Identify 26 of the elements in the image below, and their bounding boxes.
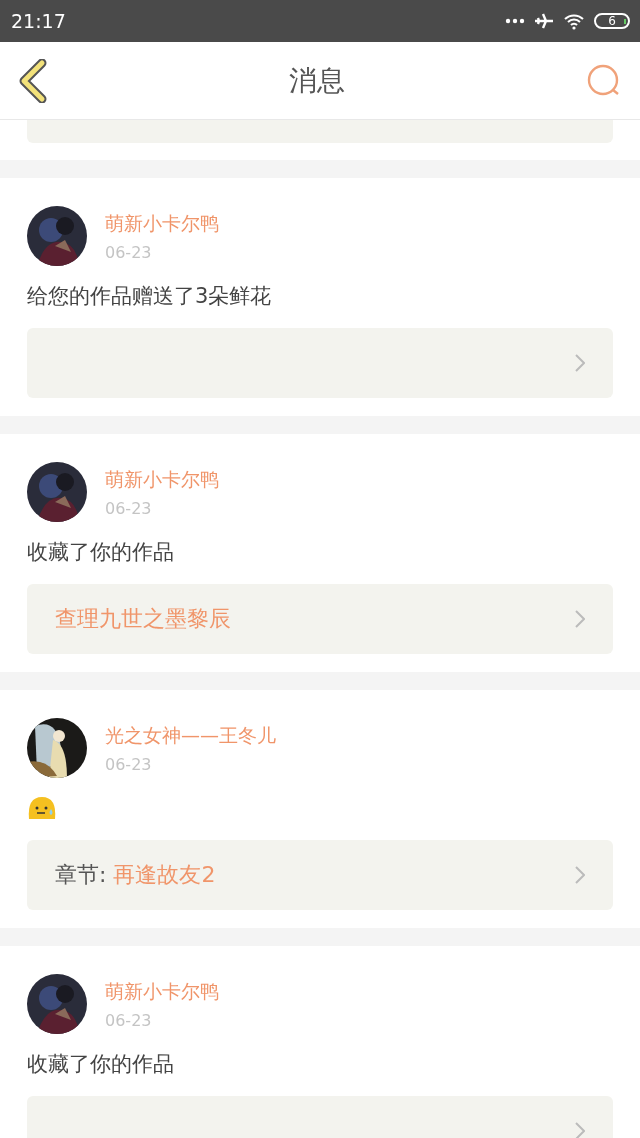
airplane-icon bbox=[534, 12, 554, 30]
message-date: 06-23 bbox=[105, 754, 153, 774]
message-date: 06-23 bbox=[105, 498, 153, 518]
chevron-right-icon bbox=[575, 610, 585, 628]
battery-indicator: 6 bbox=[594, 13, 630, 29]
clock: 21:17 bbox=[11, 10, 66, 32]
chevron-right-icon bbox=[575, 354, 585, 372]
message-date: 06-23 bbox=[105, 1010, 153, 1030]
message-text: 收藏了你的作品 bbox=[27, 539, 174, 566]
page-title: 消息 bbox=[289, 62, 345, 99]
message-text: 收藏了你的作品 bbox=[27, 1051, 174, 1078]
linked-work-row[interactable]: 章节: 再逢故友2 bbox=[27, 840, 613, 910]
message-text: 给您的作品赠送了3朵鲜花 bbox=[27, 283, 272, 310]
username[interactable]: 萌新小卡尔鸭 bbox=[105, 210, 219, 237]
emoji-icon bbox=[27, 795, 57, 821]
linked-work-row[interactable] bbox=[27, 328, 613, 398]
linked-work-row[interactable]: 查理九世之墨黎辰 bbox=[27, 584, 613, 654]
wifi-icon bbox=[563, 12, 585, 30]
chevron-right-icon bbox=[575, 1122, 585, 1138]
chevron-right-icon bbox=[575, 866, 585, 884]
username[interactable]: 萌新小卡尔鸭 bbox=[105, 466, 219, 493]
username[interactable]: 萌新小卡尔鸭 bbox=[105, 978, 219, 1005]
more-dots-icon bbox=[505, 18, 525, 24]
back-icon[interactable] bbox=[18, 58, 48, 103]
message-date: 06-23 bbox=[105, 242, 153, 262]
username[interactable]: 光之女神——王冬儿 bbox=[105, 722, 276, 749]
